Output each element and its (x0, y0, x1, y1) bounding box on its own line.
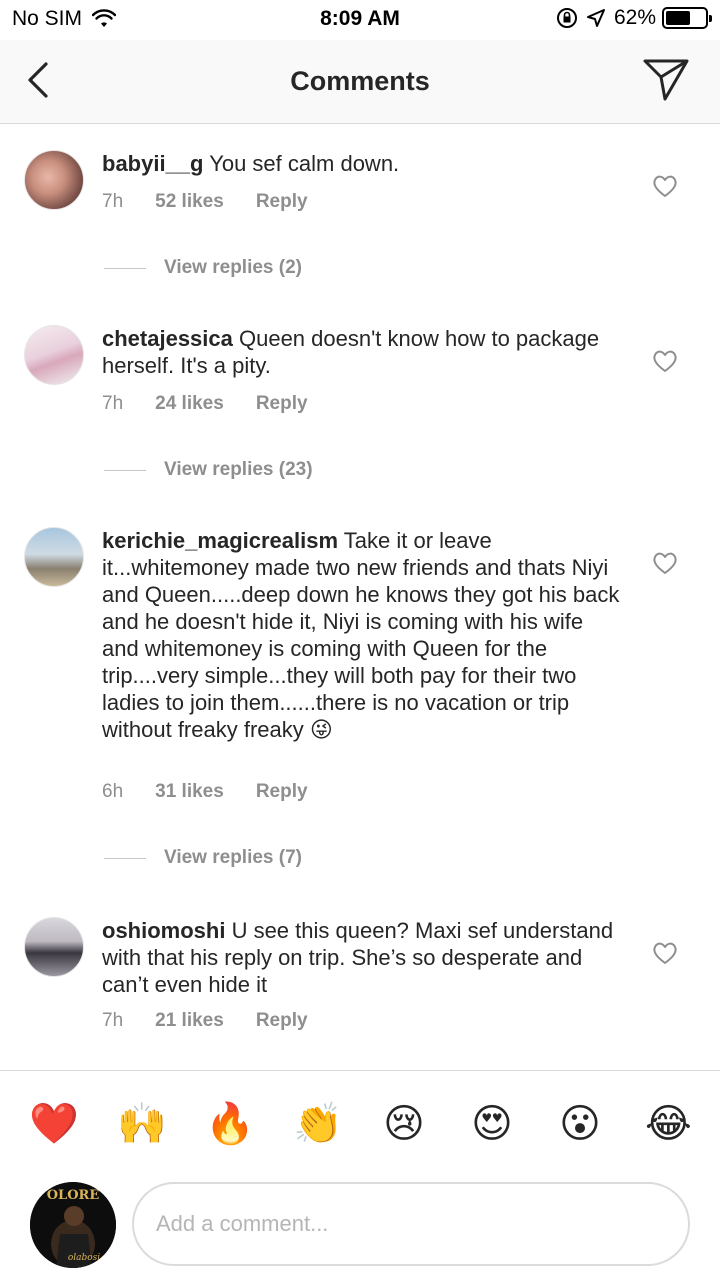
nav-bar: Comments (0, 40, 720, 124)
emoji-raised-hands[interactable]: 🙌 (117, 1101, 167, 1147)
avatar-signature-text: olabosi (68, 1253, 100, 1263)
emoji-fire[interactable]: 🔥 (205, 1101, 255, 1147)
avatar[interactable] (24, 150, 84, 210)
emoji-surprised[interactable]: 😮 (557, 1101, 603, 1147)
view-replies-button[interactable]: View replies (23) (104, 459, 313, 481)
comment-composer: OLORE olabosi (0, 1180, 720, 1280)
heart-icon[interactable] (652, 174, 678, 198)
avatar-title-text: OLORE (47, 1188, 100, 1203)
comment-likes[interactable]: 21 likes (155, 1010, 224, 1032)
view-replies-label: View replies (23) (164, 459, 313, 480)
emoji-laughing[interactable]: 😂 (645, 1101, 692, 1147)
comment-input[interactable] (132, 1182, 690, 1266)
heart-icon[interactable] (652, 551, 678, 575)
orientation-lock-icon (556, 8, 577, 28)
back-arrow-icon[interactable] (22, 60, 56, 100)
comment-age: 7h (102, 393, 124, 414)
current-user-avatar: OLORE olabosi (30, 1182, 116, 1268)
reply-button[interactable]: Reply (256, 781, 308, 803)
comment-age: 6h (102, 781, 124, 802)
comment-likes[interactable]: 31 likes (155, 781, 224, 803)
avatar[interactable] (24, 527, 84, 587)
reply-button[interactable]: Reply (256, 1010, 308, 1032)
comment-age: 7h (102, 191, 124, 212)
emoji-heart-eyes[interactable]: 😍 (469, 1101, 515, 1147)
reply-button[interactable]: Reply (256, 393, 308, 415)
comment-body: You sef calm down. (203, 151, 400, 176)
view-replies-button[interactable]: View replies (7) (104, 847, 302, 869)
battery-icon (662, 7, 712, 29)
emoji-heart[interactable]: ❤️ (29, 1101, 79, 1147)
heart-icon[interactable] (652, 349, 678, 373)
page-title: Comments (290, 66, 430, 96)
avatar[interactable] (24, 917, 84, 977)
divider (104, 857, 146, 859)
emoji-crying[interactable]: 😢 (381, 1101, 427, 1147)
comment-username[interactable]: chetajessica (102, 326, 233, 351)
comment-body: Take it or leave it...whitemoney made tw… (102, 528, 620, 742)
reply-button[interactable]: Reply (256, 191, 308, 213)
view-replies-label: View replies (7) (164, 847, 302, 868)
comment-username[interactable]: babyii__g (102, 151, 203, 176)
comment-username[interactable]: oshiomoshi (102, 918, 225, 943)
location-icon (586, 9, 605, 27)
emoji-clapping[interactable]: 👏 (293, 1101, 343, 1147)
comment-username[interactable]: kerichie_magicrealism (102, 528, 338, 553)
divider (104, 469, 146, 471)
comment-likes[interactable]: 52 likes (155, 191, 224, 213)
battery-level (666, 11, 690, 25)
comment-age: 7h (102, 1010, 124, 1031)
heart-icon[interactable] (652, 941, 678, 965)
send-icon[interactable] (642, 56, 690, 102)
divider (104, 267, 146, 269)
emoji-bar: ❤️ 🙌 🔥 👏 😢 😍 😮 😂 (0, 1070, 720, 1180)
profile-artwork: OLORE olabosi (30, 1182, 116, 1268)
battery-percent: 62% (613, 6, 656, 29)
view-replies-label: View replies (2) (164, 257, 302, 278)
comment-likes[interactable]: 24 likes (155, 393, 224, 415)
view-replies-button[interactable]: View replies (2) (104, 257, 302, 279)
avatar[interactable] (24, 325, 84, 385)
status-bar: No SIM 8:09 AM 62% (0, 0, 720, 40)
